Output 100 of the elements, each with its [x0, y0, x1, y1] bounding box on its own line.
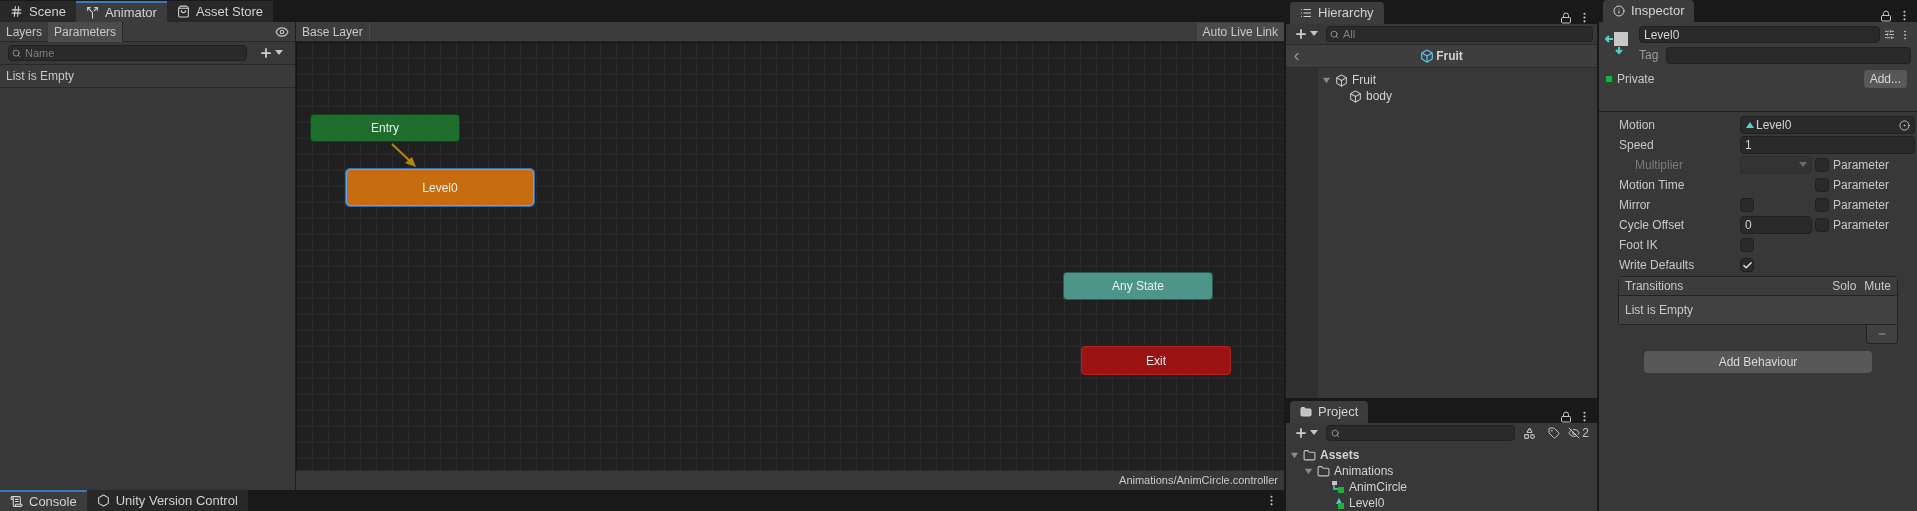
field-label: Mirror: [1619, 197, 1652, 214]
transition-arrow[interactable]: [391, 143, 417, 168]
item-label: body: [1366, 88, 1393, 105]
graph-canvas[interactable]: Entry Level0 Any State Exit: [296, 42, 1284, 470]
side-tab[interactable]: Layers: [0, 21, 49, 42]
state-node[interactable]: Entry: [310, 114, 460, 142]
prefab-cube-icon: [1420, 49, 1435, 63]
tag-label: Tag: [1639, 47, 1659, 64]
breadcrumb[interactable]: Base Layer: [296, 22, 370, 41]
checkbox[interactable]: [1815, 178, 1829, 192]
bag-icon: [176, 5, 190, 18]
search-icon: [12, 49, 21, 58]
column-header: Mute: [1864, 278, 1891, 295]
object-name-field[interactable]: Level0: [1639, 26, 1880, 43]
list-icon: [1300, 7, 1312, 19]
shapes-icon[interactable]: [1523, 426, 1537, 440]
private-label: Private: [1617, 71, 1655, 88]
clip-icon: [1745, 121, 1754, 129]
plus-icon: [1294, 27, 1308, 41]
search-icon: [1330, 30, 1339, 39]
side-tab[interactable]: Parameters: [48, 21, 124, 42]
prefab-title: Fruit: [1436, 48, 1463, 65]
lock-icon[interactable]: [1880, 9, 1892, 22]
column-header: Solo: [1832, 278, 1857, 295]
hexagon-icon: [96, 494, 110, 507]
field-label: Motion Time: [1619, 177, 1686, 194]
item-label: Fruit: [1352, 72, 1376, 89]
item-label: Level0: [1349, 495, 1385, 511]
search-field[interactable]: All: [1326, 26, 1593, 42]
folder-icon: [1317, 464, 1330, 478]
text-field[interactable]: 0: [1740, 216, 1812, 234]
object-field[interactable]: Level0: [1740, 116, 1915, 134]
dropdown-caret-icon: [1799, 162, 1807, 168]
controller-icon: [1331, 480, 1345, 494]
parameter-label: Parameter: [1833, 217, 1890, 234]
item-label: Assets: [1320, 447, 1360, 464]
field-label: Multiplier: [1634, 157, 1684, 174]
cube-icon: [1335, 73, 1348, 87]
plus-icon: [259, 46, 273, 60]
expanded-arrow-icon[interactable]: [1322, 75, 1331, 85]
field-label: Write Defaults: [1619, 257, 1696, 274]
state-node[interactable]: Exit: [1081, 346, 1231, 375]
hidden-packages-button[interactable]: 2: [1568, 424, 1593, 442]
hidden-eye-icon: [1568, 427, 1581, 439]
check-icon: [1741, 259, 1753, 271]
checkbox[interactable]: [1815, 218, 1829, 232]
tree-item[interactable]: AnimCircle: [1286, 479, 1597, 495]
auto-live-link-button[interactable]: Auto Live Link: [1196, 22, 1284, 41]
item-label: AnimCircle: [1349, 479, 1407, 496]
parameter-label: Parameter: [1833, 177, 1890, 194]
grid-icon: [10, 5, 23, 18]
log-icon: [10, 495, 23, 508]
panel-tab[interactable]: Project: [1290, 401, 1369, 423]
dropdown-caret-icon: [275, 50, 283, 56]
sliders-icon[interactable]: [1884, 29, 1895, 40]
search-icon: [1331, 428, 1340, 438]
tag-field[interactable]: [1666, 46, 1911, 64]
folder-icon: [1303, 448, 1316, 462]
parameter-label: Parameter: [1833, 197, 1890, 214]
panel-tab[interactable]: Console: [0, 490, 87, 511]
checkbox[interactable]: [1740, 238, 1754, 252]
search-field[interactable]: Name: [8, 45, 247, 61]
add-behaviour-button[interactable]: Add Behaviour: [1644, 351, 1872, 373]
search-field[interactable]: [1326, 425, 1516, 441]
item-label: Animations: [1334, 463, 1394, 480]
panel-tab[interactable]: Asset Store: [166, 1, 274, 22]
checkbox[interactable]: [1740, 258, 1754, 272]
panel-tab[interactable]: Animator: [75, 1, 167, 22]
add-button[interactable]: Add...: [1863, 70, 1907, 88]
tree-item[interactable]: Level0: [1286, 495, 1597, 511]
checkbox[interactable]: [1605, 75, 1613, 83]
checkbox[interactable]: [1740, 198, 1754, 212]
tree-item[interactable]: Animations: [1286, 463, 1597, 479]
text-field[interactable]: 1: [1740, 136, 1915, 154]
checkbox[interactable]: [1815, 198, 1829, 212]
state-icon: [1605, 30, 1631, 56]
dropdown-caret-icon: [1310, 31, 1318, 37]
info-icon: [1613, 5, 1625, 17]
lock-icon[interactable]: [1560, 410, 1572, 423]
visibility-icon[interactable]: [275, 24, 289, 39]
panel-tab[interactable]: Inspector: [1603, 0, 1695, 22]
tree-item[interactable]: Assets: [1286, 447, 1597, 463]
field-label: Foot IK: [1619, 237, 1659, 254]
panel-tab[interactable]: Scene: [0, 1, 76, 22]
transitions-header: Transitions: [1625, 278, 1685, 295]
field-label: Cycle Offset: [1619, 217, 1686, 234]
tree-item[interactable]: Fruit: [1318, 72, 1597, 88]
cube-icon: [1349, 89, 1362, 103]
object-picker-icon[interactable]: [1899, 119, 1910, 131]
tree-item[interactable]: body: [1318, 88, 1597, 104]
panel-tab[interactable]: Hierarchy: [1290, 2, 1384, 24]
folder-icon: [1300, 406, 1312, 418]
plus-icon: [1294, 426, 1308, 440]
dropdown-caret-icon: [1310, 430, 1318, 436]
panel-tab[interactable]: Unity Version Control: [86, 490, 248, 511]
lock-icon[interactable]: [1560, 11, 1572, 24]
field-label: Motion: [1619, 117, 1657, 134]
tag-icon[interactable]: [1548, 427, 1561, 439]
empty-list-text: List is Empty: [1625, 302, 1693, 319]
controller-path: Animations/AnimCircle.controller: [1119, 473, 1278, 489]
